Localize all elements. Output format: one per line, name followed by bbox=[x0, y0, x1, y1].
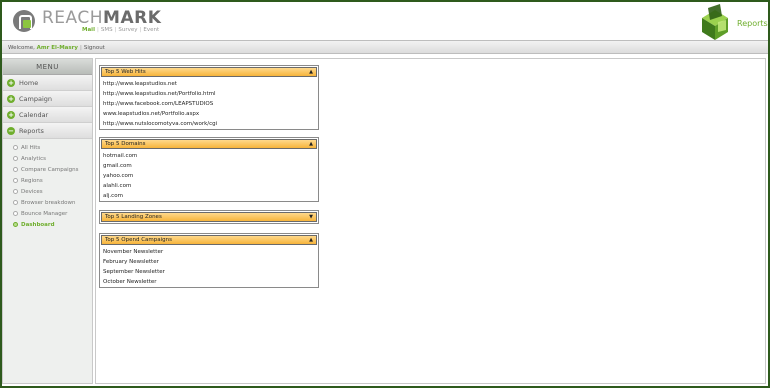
sidebar-item-calendar[interactable]: + Calendar bbox=[3, 107, 92, 123]
sidebar: MENU + Home + Campaign + Calendar − Repo… bbox=[2, 58, 93, 384]
subitem-label: Regions bbox=[21, 177, 43, 184]
widget-top-web-hits: Top 5 Web Hits ▲ http://www.leapstudios.… bbox=[99, 65, 319, 130]
subitem-label: Bounce Manager bbox=[21, 210, 68, 217]
widget-header[interactable]: Top 5 Opend Campaigns ▲ bbox=[101, 235, 317, 245]
subitem-bounce-manager[interactable]: Bounce Manager bbox=[13, 208, 92, 219]
subitem-dashboard[interactable]: Dashboard bbox=[13, 219, 92, 230]
signout-link[interactable]: Signout bbox=[84, 45, 105, 51]
plus-icon: + bbox=[7, 94, 15, 103]
widget-title: Top 5 Domains bbox=[105, 141, 146, 147]
subitem-label: Analytics bbox=[21, 155, 46, 162]
sidebar-item-label: Campaign bbox=[19, 94, 53, 103]
bullet-icon bbox=[13, 189, 18, 194]
bullet-icon bbox=[13, 156, 18, 161]
reachmark-logo-icon bbox=[13, 10, 35, 32]
bullet-icon bbox=[13, 200, 18, 205]
list-item: February Newsletter bbox=[103, 259, 159, 265]
subitem-label: All Hits bbox=[21, 144, 41, 151]
widget-title: Top 5 Opend Campaigns bbox=[105, 237, 173, 243]
list-item: http://www.leapstudios.net bbox=[103, 81, 177, 87]
subitem-label: Compare Campaigns bbox=[21, 166, 79, 173]
header: REACHMARK Mail | SMS | Survey | Event Reports bbox=[2, 2, 768, 40]
bullet-icon bbox=[13, 145, 18, 150]
reports-section-label: Reports bbox=[737, 19, 768, 28]
list-item: http://www.facebook.com/LEAPSTUDIOS bbox=[103, 101, 214, 107]
product-sms: SMS bbox=[100, 27, 113, 33]
plus-icon: + bbox=[7, 110, 15, 119]
subitem-browser-breakdown[interactable]: Browser breakdown bbox=[13, 197, 92, 208]
product-event: Event bbox=[143, 27, 160, 33]
subitem-all-hits[interactable]: All Hits bbox=[13, 142, 92, 153]
subitem-label: Devices bbox=[21, 188, 43, 195]
sidebar-item-label: Home bbox=[19, 78, 39, 87]
bullet-icon bbox=[13, 211, 18, 216]
list-item: http://www.nutslocomotyva.com/work/cgi bbox=[103, 121, 218, 127]
widget-header[interactable]: Top 5 Landing Zones ▼ bbox=[101, 212, 317, 222]
list-item: hotmail.com bbox=[103, 153, 138, 159]
menu-title: MENU bbox=[3, 59, 92, 75]
list-item: October Newsletter bbox=[103, 279, 157, 285]
brand-logo[interactable]: REACHMARK bbox=[42, 8, 161, 28]
welcome-bar: Welcome, Amr El-Masry | Signout bbox=[2, 40, 768, 54]
collapse-arrow-icon[interactable]: ▲ bbox=[308, 69, 314, 75]
widget-top-domains: Top 5 Domains ▲ hotmail.com gmail.com ya… bbox=[99, 137, 319, 202]
subitem-label: Dashboard bbox=[21, 221, 55, 228]
subitem-compare-campaigns[interactable]: Compare Campaigns bbox=[13, 164, 92, 175]
bullet-icon bbox=[13, 222, 18, 227]
dashboard-content: Top 5 Web Hits ▲ http://www.leapstudios.… bbox=[95, 58, 766, 384]
reports-cube-icon[interactable] bbox=[698, 4, 732, 42]
product-mail: Mail bbox=[82, 27, 95, 33]
list-item: September Newsletter bbox=[103, 269, 165, 275]
expand-arrow-icon[interactable]: ▼ bbox=[308, 214, 314, 220]
subitem-label: Browser breakdown bbox=[21, 199, 76, 206]
widget-title: Top 5 Web Hits bbox=[105, 69, 146, 75]
collapse-arrow-icon[interactable]: ▲ bbox=[308, 141, 314, 147]
user-name[interactable]: Amr El-Masry bbox=[37, 45, 78, 51]
brand-name-part2: MARK bbox=[103, 8, 162, 28]
list-item: yahoo.com bbox=[103, 173, 134, 179]
widget-header[interactable]: Top 5 Web Hits ▲ bbox=[101, 67, 317, 77]
list-item: alj.com bbox=[103, 193, 123, 199]
subitem-devices[interactable]: Devices bbox=[13, 186, 92, 197]
widget-top-opened-campaigns: Top 5 Opend Campaigns ▲ November Newslet… bbox=[99, 233, 319, 288]
widget-top-landing-zones: Top 5 Landing Zones ▼ bbox=[99, 210, 319, 224]
sidebar-item-reports[interactable]: − Reports bbox=[3, 123, 92, 139]
list-item: alahli.com bbox=[103, 183, 132, 189]
sidebar-item-label: Reports bbox=[19, 126, 44, 135]
plus-icon: + bbox=[7, 78, 15, 87]
bullet-icon bbox=[13, 178, 18, 183]
collapse-arrow-icon[interactable]: ▲ bbox=[308, 237, 314, 243]
product-survey: Survey bbox=[118, 27, 138, 33]
minus-icon: − bbox=[7, 126, 15, 135]
list-item: http://www.leapstudios.net/Portfolio.htm… bbox=[103, 91, 216, 97]
sidebar-item-label: Calendar bbox=[19, 110, 49, 119]
widget-header[interactable]: Top 5 Domains ▲ bbox=[101, 139, 317, 149]
list-item: gmail.com bbox=[103, 163, 132, 169]
list-item: www.leapstudios.net/Portfolio.aspx bbox=[103, 111, 200, 117]
reports-submenu: All Hits Analytics Compare Campaigns Reg… bbox=[3, 139, 92, 230]
welcome-greeting: Welcome, bbox=[8, 45, 35, 51]
product-list: Mail | SMS | Survey | Event bbox=[82, 27, 160, 33]
list-item: November Newsletter bbox=[103, 249, 164, 255]
brand-name-part1: REACH bbox=[42, 8, 104, 28]
sidebar-item-home[interactable]: + Home bbox=[3, 75, 92, 91]
widget-title: Top 5 Landing Zones bbox=[105, 214, 162, 220]
subitem-regions[interactable]: Regions bbox=[13, 175, 92, 186]
sidebar-item-campaign[interactable]: + Campaign bbox=[3, 91, 92, 107]
bullet-icon bbox=[13, 167, 18, 172]
subitem-analytics[interactable]: Analytics bbox=[13, 153, 92, 164]
